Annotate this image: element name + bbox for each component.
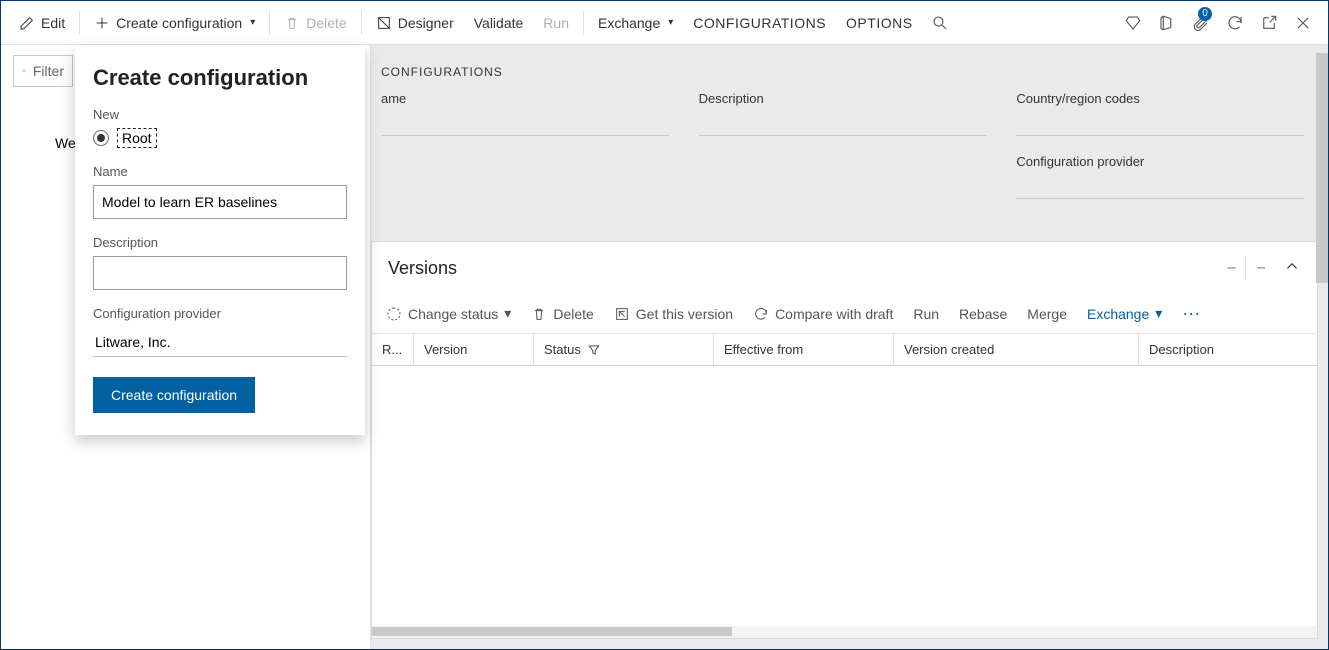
options-label: OPTIONS [846,15,913,31]
chevron-down-icon: ▾ [668,17,673,28]
chevron-down-icon: ▾ [250,17,255,28]
description-input[interactable] [93,256,347,290]
configurations-tab[interactable]: CONFIGURATIONS [683,1,836,44]
col-r[interactable]: R... [372,334,414,365]
provider-field[interactable] [1016,175,1304,199]
chevron-down-icon: ▾ [504,305,511,322]
name-label: ame [381,91,669,106]
attachments-icon[interactable]: 0 [1184,1,1218,45]
filter-placeholder: Filter [33,63,64,79]
toolbar: Edit Create configuration ▾ Delete Desig… [1,1,1328,45]
create-configuration-submit[interactable]: Create configuration [93,377,255,413]
close-button[interactable] [1286,1,1320,45]
run-button[interactable]: Run [533,1,579,44]
exchange-dropdown[interactable]: Exchange ▾ [588,1,683,44]
more-button[interactable]: ··· [1182,303,1200,324]
exchange-label: Exchange [598,15,660,31]
designer-button[interactable]: Designer [366,1,464,44]
versions-title: Versions [388,258,457,279]
dash-left: -- [1227,259,1236,277]
description-label: Description [699,91,987,106]
versions-toolbar: Change status ▾ Delete Get this version … [372,294,1317,334]
merge-button[interactable]: Merge [1027,306,1067,322]
delete-label: Delete [306,15,346,31]
create-configuration-dialog: Create configuration New Root Name Descr… [75,45,365,435]
name-field[interactable] [381,112,669,136]
col-desc[interactable]: Description [1139,334,1317,365]
root-radio[interactable]: Root [93,128,347,148]
root-option-label: Root [117,128,157,148]
vertical-scrollbar[interactable] [1316,53,1328,283]
col-effective[interactable]: Effective from [714,334,894,365]
name-input-label: Name [93,164,347,179]
content: CONFIGURATIONS ame Description Country/r… [371,45,1328,649]
designer-label: Designer [398,15,454,31]
validate-label: Validate [474,15,524,31]
filter-icon [587,343,601,357]
col-status[interactable]: Status [534,334,714,365]
region-label: Country/region codes [1016,91,1304,106]
name-input[interactable] [93,185,347,219]
versions-columns: R... Version Status Effective from Versi… [372,334,1317,366]
collapse-icon[interactable] [1283,257,1301,280]
options-tab[interactable]: OPTIONS [836,1,923,44]
provider-input-label: Configuration provider [93,306,347,321]
edit-label: Edit [41,15,65,31]
versions-header: Versions -- -- [372,242,1317,294]
dash-right: -- [1256,259,1265,277]
version-delete-button[interactable]: Delete [531,306,593,322]
popout-button[interactable] [1252,1,1286,45]
col-version[interactable]: Version [414,334,534,365]
config-section: CONFIGURATIONS ame Description Country/r… [371,45,1318,235]
create-configuration-label: Create configuration [116,15,242,31]
provider-label: Configuration provider [1016,154,1304,169]
edit-button[interactable]: Edit [9,1,75,44]
create-configuration-button[interactable]: Create configuration ▾ [84,1,265,44]
change-status-button[interactable]: Change status ▾ [386,305,511,322]
attachments-badge: 0 [1198,7,1212,21]
version-exchange-button[interactable]: Exchange ▾ [1087,305,1162,322]
validate-button[interactable]: Validate [464,1,534,44]
rebase-button[interactable]: Rebase [959,306,1007,322]
compare-button[interactable]: Compare with draft [753,306,893,322]
run-label: Run [543,15,569,31]
new-label: New [93,107,347,122]
provider-input[interactable] [93,327,347,357]
configurations-label: CONFIGURATIONS [693,15,826,31]
version-run-button[interactable]: Run [913,306,939,322]
col-created[interactable]: Version created [894,334,1139,365]
filter-input[interactable]: Filter [13,55,73,87]
delete-button[interactable]: Delete [274,1,356,44]
versions-panel: Versions -- -- Change status ▾ Del [371,241,1318,639]
refresh-button[interactable] [1218,1,1252,45]
section-title: CONFIGURATIONS [381,65,1304,79]
search-button[interactable] [923,1,957,45]
description-input-label: Description [93,235,347,250]
office-icon[interactable] [1150,1,1184,45]
horizontal-scrollbar[interactable] [372,626,1317,638]
gem-icon[interactable] [1116,1,1150,45]
chevron-down-icon: ▾ [1155,305,1162,322]
region-field[interactable] [1016,112,1304,136]
get-version-button[interactable]: Get this version [614,306,733,322]
description-field[interactable] [699,112,987,136]
dialog-title: Create configuration [93,65,347,91]
versions-body [372,366,1317,626]
radio-icon [93,130,109,146]
